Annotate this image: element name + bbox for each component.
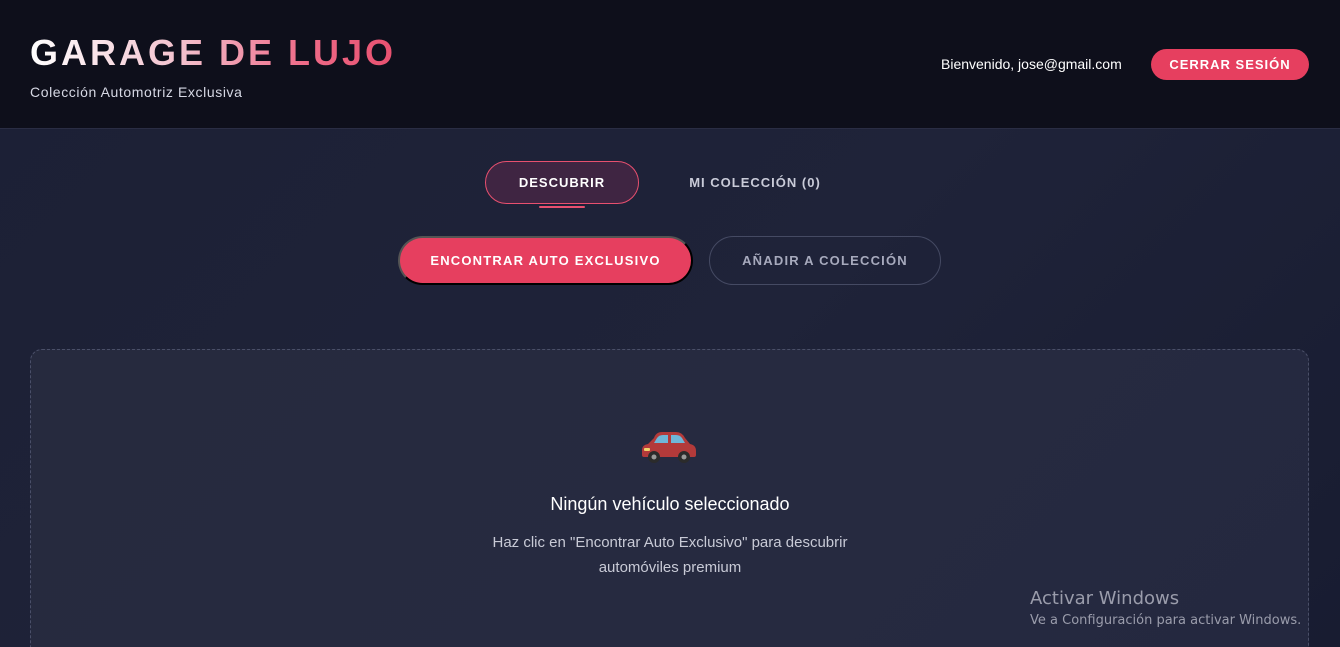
empty-state-description: Haz clic en "Encontrar Auto Exclusivo" p… <box>492 534 848 576</box>
find-exclusive-car-button[interactable]: ENCONTRAR AUTO EXCLUSIVO <box>398 236 693 285</box>
brand-title: GARAGE DE LUJO <box>30 32 396 74</box>
active-tab-indicator <box>539 206 585 208</box>
tab-my-collection[interactable]: MI COLECCIÓN (0) <box>676 161 834 204</box>
windows-activation-subtitle: Ve a Configuración para activar Windows. <box>1030 613 1302 628</box>
brand-subtitle: Colección Automotriz Exclusiva <box>30 84 243 100</box>
car-icon <box>642 432 696 463</box>
welcome-message: Bienvenido, jose@gmail.com <box>941 56 1122 72</box>
app-header: GARAGE DE LUJO Colección Automotriz Excl… <box>0 0 1340 129</box>
brand-title-part2: LUJO <box>288 32 397 73</box>
app-root: GARAGE DE LUJO Colección Automotriz Excl… <box>0 0 1340 647</box>
brand-title-part1: GARAGE DE <box>30 32 289 73</box>
tab-discover[interactable]: DESCUBRIR <box>485 161 639 204</box>
empty-state-title: Ningún vehículo seleccionado <box>550 494 790 514</box>
logout-button[interactable]: CERRAR SESIÓN <box>1151 49 1309 80</box>
add-to-collection-button[interactable]: AÑADIR A COLECCIÓN <box>709 236 941 285</box>
windows-activation-title: Activar Windows <box>1030 588 1180 609</box>
